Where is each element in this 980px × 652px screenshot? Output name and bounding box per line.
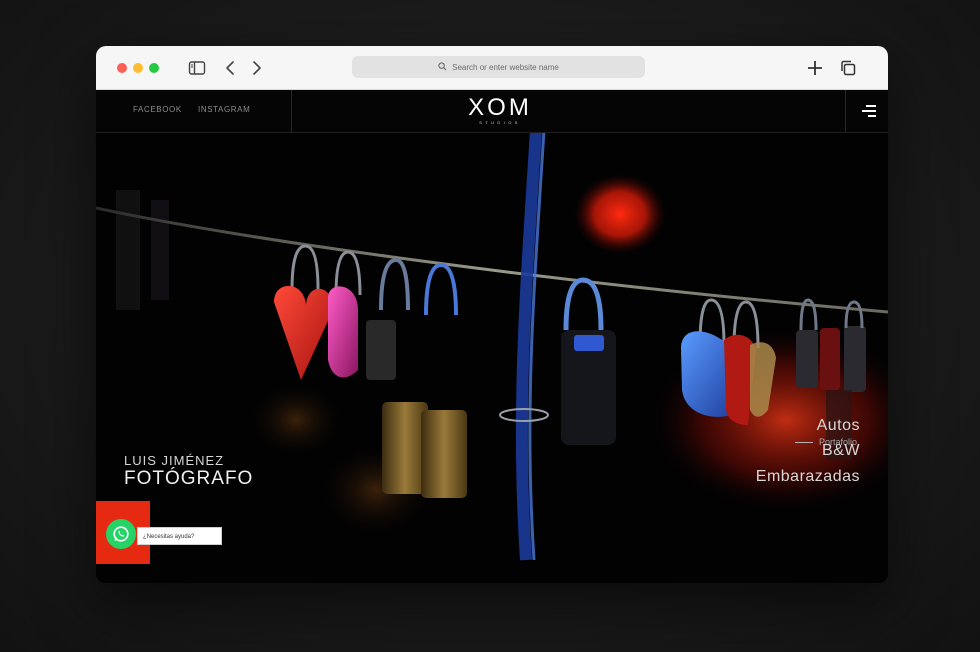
- zoom-window-button[interactable]: [149, 63, 159, 73]
- photographer-name: LUIS JIMÉNEZ: [124, 453, 225, 468]
- site-header: FACEBOOK INSTAGRAM XOM STUDIOS: [96, 90, 888, 133]
- category-link-embarazadas[interactable]: Embarazadas: [756, 468, 860, 486]
- logo-subtitle: STUDIOS: [479, 120, 521, 125]
- website-viewport: FACEBOOK INSTAGRAM XOM STUDIOS LUIS JIMÉ…: [96, 90, 888, 583]
- whatsapp-icon[interactable]: [106, 519, 136, 549]
- close-window-button[interactable]: [117, 63, 127, 73]
- tabs-overview-icon[interactable]: [839, 59, 857, 77]
- address-placeholder: Search or enter website name: [452, 62, 559, 72]
- minimize-window-button[interactable]: [133, 63, 143, 73]
- browser-toolbar: Search or enter website name: [96, 46, 888, 90]
- facebook-link[interactable]: FACEBOOK: [133, 105, 182, 114]
- instagram-link[interactable]: INSTAGRAM: [198, 105, 250, 114]
- chevron-right-icon[interactable]: [247, 59, 265, 77]
- help-message[interactable]: ¿Necesitas ayuda?: [137, 527, 222, 545]
- photographer-role: FOTÓGRAFO: [124, 468, 254, 489]
- portfolio-divider: [795, 442, 813, 443]
- header-divider: [845, 90, 846, 132]
- hero-photo-love-locks: [96, 90, 888, 583]
- chevron-left-icon[interactable]: [222, 59, 240, 77]
- category-link-autos[interactable]: Autos: [817, 417, 860, 435]
- header-divider: [291, 90, 292, 132]
- sidebar-icon[interactable]: [188, 59, 206, 77]
- logo-text: XOM: [468, 94, 532, 121]
- category-link-bw[interactable]: B&W: [822, 442, 860, 460]
- browser-window: Search or enter website name FACEBOOK IN…: [96, 46, 888, 583]
- hamburger-menu-icon[interactable]: [862, 104, 876, 117]
- search-icon: [438, 61, 447, 73]
- plus-icon[interactable]: [806, 59, 824, 77]
- site-logo[interactable]: XOM STUDIOS: [464, 94, 536, 128]
- address-bar[interactable]: Search or enter website name: [352, 56, 645, 78]
